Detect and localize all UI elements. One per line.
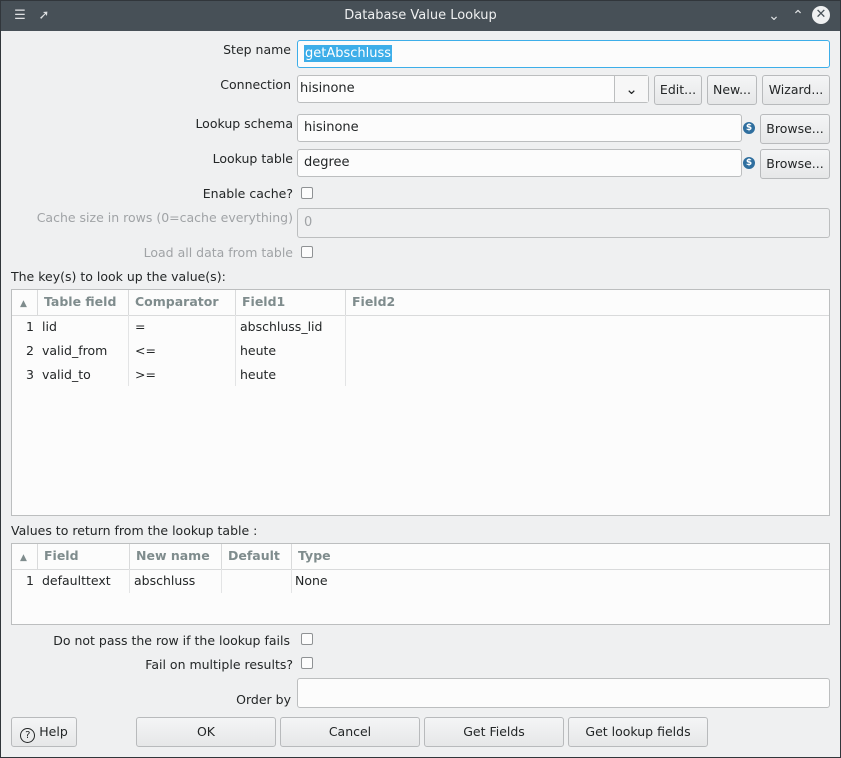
browse-table-button[interactable]: Browse...: [760, 149, 830, 179]
help-button-label: Help: [39, 724, 68, 739]
variable-icon: $: [743, 157, 755, 169]
dialog-window: ☰ ➚ Database Value Lookup ⌄ ⌃ ✕ Step nam…: [0, 0, 841, 758]
row-number: 2: [26, 343, 34, 358]
field1-cell[interactable]: abschluss_lid: [234, 315, 322, 339]
ok-button[interactable]: OK: [136, 717, 276, 747]
column-header-type[interactable]: Type: [292, 544, 382, 569]
column-header-table-field[interactable]: Table field: [38, 290, 129, 315]
keys-table-header: ▲ Table field Comparator Field1 Field2: [12, 290, 829, 316]
get-fields-button[interactable]: Get Fields: [424, 717, 564, 747]
table-field-cell[interactable]: valid_from: [36, 339, 107, 363]
cache-size-input[interactable]: 0: [297, 208, 830, 238]
keys-table[interactable]: ▲ Table field Comparator Field1 Field2 1…: [11, 289, 830, 516]
step-name-value: getAbschluss: [304, 45, 393, 62]
column-header-default[interactable]: Default: [222, 544, 292, 569]
window-title: Database Value Lookup: [344, 8, 497, 23]
default-cell[interactable]: [222, 569, 228, 593]
load-all-label: Load all data from table: [143, 245, 293, 260]
field1-cell[interactable]: heute: [234, 339, 276, 363]
cache-size-label: Cache size in rows (0=cache everything): [36, 210, 293, 225]
fail-multi-checkbox[interactable]: [301, 657, 313, 669]
help-button[interactable]: ? Help: [11, 717, 77, 747]
lookup-table-input[interactable]: degree: [297, 149, 742, 177]
cancel-button[interactable]: Cancel: [280, 717, 420, 747]
connection-label: Connection: [220, 77, 291, 92]
no-pass-label: Do not pass the row if the lookup fails: [53, 633, 290, 648]
order-by-label: Order by: [236, 692, 291, 707]
comparator-cell[interactable]: <=: [129, 339, 156, 363]
keys-section-label: The key(s) to look up the value(s):: [11, 269, 226, 284]
minimize-icon[interactable]: ⌄: [765, 7, 783, 25]
edit-connection-button[interactable]: Edit...: [654, 75, 702, 105]
column-header-new-name[interactable]: New name: [130, 544, 222, 569]
sort-arrow-icon[interactable]: ▲: [12, 544, 38, 569]
maximize-icon[interactable]: ⌃: [789, 7, 807, 25]
comparator-cell[interactable]: >=: [129, 363, 156, 387]
no-pass-checkbox[interactable]: [301, 633, 313, 645]
order-by-input[interactable]: [297, 678, 830, 708]
help-icon: ?: [20, 728, 36, 743]
lookup-schema-label: Lookup schema: [195, 116, 293, 131]
browse-schema-button[interactable]: Browse...: [760, 114, 830, 144]
values-table[interactable]: ▲ Field New name Default Type 1 defaultt…: [11, 543, 830, 625]
step-name-label: Step name: [223, 42, 291, 57]
field-cell[interactable]: defaulttext: [36, 569, 111, 593]
title-bar[interactable]: ☰ ➚ Database Value Lookup ⌄ ⌃ ✕: [1, 1, 840, 31]
comparator-cell[interactable]: =: [129, 315, 145, 339]
variable-icon: $: [743, 122, 755, 134]
table-field-cell[interactable]: lid: [36, 315, 57, 339]
column-header-field1[interactable]: Field1: [236, 290, 346, 315]
wizard-button[interactable]: Wizard...: [762, 75, 830, 105]
field2-cell[interactable]: [346, 315, 352, 339]
column-header-field[interactable]: Field: [38, 544, 130, 569]
connection-select[interactable]: hisinone ⌄: [297, 75, 649, 103]
values-section-label: Values to return from the lookup table :: [11, 523, 258, 538]
sort-arrow-icon[interactable]: ▲: [12, 290, 38, 315]
load-all-checkbox[interactable]: [301, 246, 313, 258]
enable-cache-label: Enable cache?: [202, 186, 293, 201]
table-field-cell[interactable]: valid_to: [36, 363, 91, 387]
column-header-comparator[interactable]: Comparator: [129, 290, 236, 315]
get-lookup-fields-button[interactable]: Get lookup fields: [568, 717, 708, 747]
close-icon[interactable]: ✕: [812, 6, 830, 24]
lookup-table-label: Lookup table: [212, 151, 293, 166]
field2-cell[interactable]: [346, 339, 352, 363]
enable-cache-checkbox[interactable]: [301, 187, 313, 199]
step-name-input[interactable]: getAbschluss: [297, 40, 830, 68]
values-table-header: ▲ Field New name Default Type: [12, 544, 829, 570]
row-number: 3: [26, 367, 34, 382]
row-number: 1: [26, 573, 34, 588]
new-name-cell[interactable]: abschluss: [128, 569, 195, 593]
chevron-down-icon[interactable]: ⌄: [614, 76, 648, 102]
lookup-schema-input[interactable]: hisinone: [297, 114, 742, 142]
connection-value: hisinone: [300, 81, 355, 96]
type-cell[interactable]: None: [289, 569, 328, 593]
fail-multi-label: Fail on multiple results?: [145, 657, 293, 672]
row-number: 1: [26, 319, 34, 334]
field1-cell[interactable]: heute: [234, 363, 276, 387]
column-header-field2[interactable]: Field2: [346, 290, 436, 315]
new-connection-button[interactable]: New...: [707, 75, 757, 105]
field2-cell[interactable]: [346, 363, 352, 387]
